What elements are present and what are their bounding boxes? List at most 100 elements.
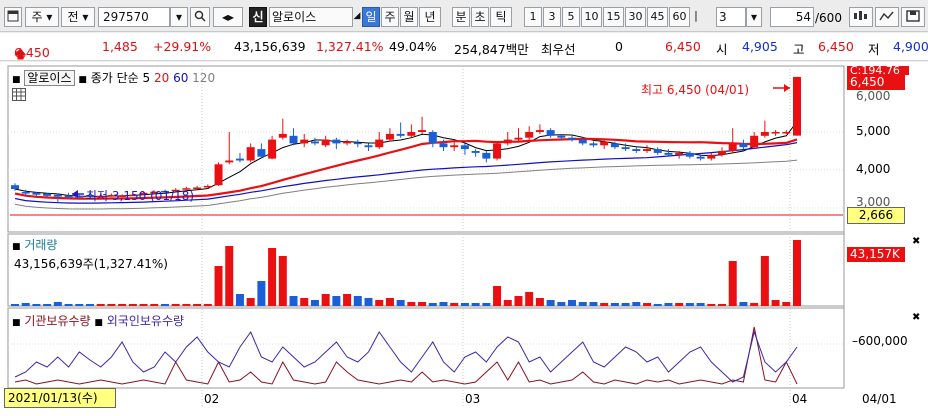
candle-body: [310, 141, 319, 144]
ma5-line: [14, 121, 798, 197]
candle-body: [278, 133, 287, 138]
x-tick-02: 02: [204, 392, 220, 406]
low-label: 저: [868, 42, 880, 57]
candle-body: [621, 147, 630, 150]
period-tab-month[interactable]: 월: [400, 7, 418, 27]
volume-bar: [182, 304, 191, 306]
candle-body: [396, 133, 405, 136]
interval-30[interactable]: 30: [625, 7, 646, 27]
holding-close-icon[interactable]: ✖: [912, 312, 920, 323]
period-tab-day[interactable]: 일: [362, 7, 380, 27]
ma20-label: 20: [153, 71, 170, 85]
volume-bar: [225, 246, 234, 306]
candle-body: [203, 185, 212, 188]
interval-10[interactable]: 10: [581, 7, 602, 27]
stock-code-input[interactable]: 297570: [98, 7, 170, 27]
period-tab-tick[interactable]: 틱: [490, 7, 512, 27]
volume-bar: [353, 296, 362, 306]
interval-dropdown[interactable]: ▾: [746, 7, 762, 27]
volume-bar: [460, 303, 469, 306]
indicator-icon[interactable]: [849, 7, 873, 27]
candle-body: [21, 192, 30, 194]
price-tag-under: C:194.76: [847, 66, 909, 75]
volume-bar: [535, 298, 544, 306]
code-dropdown[interactable]: ▾: [170, 7, 188, 27]
volume-bar: [53, 302, 62, 306]
candle-body: [782, 132, 791, 134]
volume-bar: [128, 304, 137, 306]
candle-body: [43, 193, 52, 196]
sin-badge: 신: [249, 7, 267, 27]
interval-60[interactable]: 60: [669, 7, 690, 27]
volume-bar: [32, 304, 41, 306]
period-tab-week[interactable]: 주: [381, 7, 399, 27]
candle-body: [375, 139, 384, 148]
volume-bar: [750, 303, 759, 306]
volume-close-icon[interactable]: ✖: [912, 236, 920, 247]
stepper-icon[interactable]: ◂▸: [213, 7, 243, 27]
candle-body: [750, 135, 759, 148]
interval-1[interactable]: 1: [524, 7, 542, 27]
price-change: 1,485: [102, 39, 138, 54]
period-tab-year[interactable]: 년: [419, 7, 441, 27]
candle-body: [300, 139, 309, 144]
volume-bar: [139, 304, 148, 306]
interval-input[interactable]: 3: [716, 7, 746, 27]
prev-select[interactable]: 전 ▾: [61, 7, 95, 27]
stock-chart[interactable]: ■ 알로이스 ■ 종가 단순 5 20 60 120 최고 6,450 (04/…: [0, 62, 928, 416]
period-tab-minute[interactable]: 분: [452, 7, 470, 27]
volume-bar: [321, 294, 330, 306]
interval-5[interactable]: 5: [562, 7, 580, 27]
foreign-line: [14, 330, 798, 383]
volume-bar: [300, 298, 309, 306]
candle-body: [643, 149, 652, 151]
volume-bar: [653, 304, 662, 306]
volume-bar: [557, 302, 566, 306]
chart-canvas[interactable]: [0, 62, 928, 416]
volume-bar: [246, 298, 255, 306]
right-date: 04/01: [862, 392, 897, 406]
chart-title[interactable]: 알로이스: [24, 70, 75, 86]
volume-bar: [696, 303, 705, 306]
volume-bar: [428, 303, 437, 306]
interval-15[interactable]: 15: [603, 7, 624, 27]
search-icon[interactable]: [190, 7, 210, 27]
volume-bar: [514, 296, 523, 306]
volume-bar: [525, 292, 534, 306]
period-tab-second[interactable]: 초: [471, 7, 489, 27]
high-note: 최고 6,450 (04/01): [641, 83, 750, 97]
volume-bar: [568, 300, 577, 306]
volume-bar: [203, 304, 212, 306]
price-tick-5000: 5,000: [856, 124, 891, 138]
candle-body: [503, 139, 512, 144]
current-price-tag: 6,450: [847, 75, 905, 90]
left-price-tag: 2,666: [847, 207, 905, 224]
toolbar: 주 ▾ 전 ▾ 297570 ▾ ◂▸ 신 알로이스 ◢ 일 주 월 년 분 초…: [0, 0, 928, 32]
interval-45[interactable]: 45: [647, 7, 668, 27]
price-tick-6000: 6,000: [856, 89, 891, 103]
volume-bar: [310, 300, 319, 306]
volume-bar: [760, 256, 769, 306]
save-icon[interactable]: [901, 7, 925, 27]
market-select[interactable]: 주 ▾: [25, 7, 59, 27]
volume-bar: [235, 294, 244, 306]
institution-line: [14, 326, 798, 385]
draw-tool-icon[interactable]: [875, 7, 899, 27]
candle-body: [364, 145, 373, 148]
low-note: 최저 3,150 (01/18): [86, 189, 195, 203]
candle-body: [321, 139, 330, 146]
window-icon[interactable]: [4, 7, 22, 27]
volume-bar: [21, 303, 30, 306]
candle-body: [353, 142, 362, 145]
foreign-label: 외국인보유수량: [106, 314, 185, 328]
candle-body: [514, 137, 523, 140]
volume-bar: [332, 296, 341, 306]
volume-bar: [257, 281, 266, 306]
volume-bar: [396, 300, 405, 306]
count-input[interactable]: 54: [770, 7, 814, 27]
volume-bar: [375, 300, 384, 306]
turnover-rate: 49.04%: [389, 39, 437, 54]
interval-3[interactable]: 3: [543, 7, 561, 27]
priority-value: 0: [615, 39, 623, 54]
volume-bar: [621, 303, 630, 306]
